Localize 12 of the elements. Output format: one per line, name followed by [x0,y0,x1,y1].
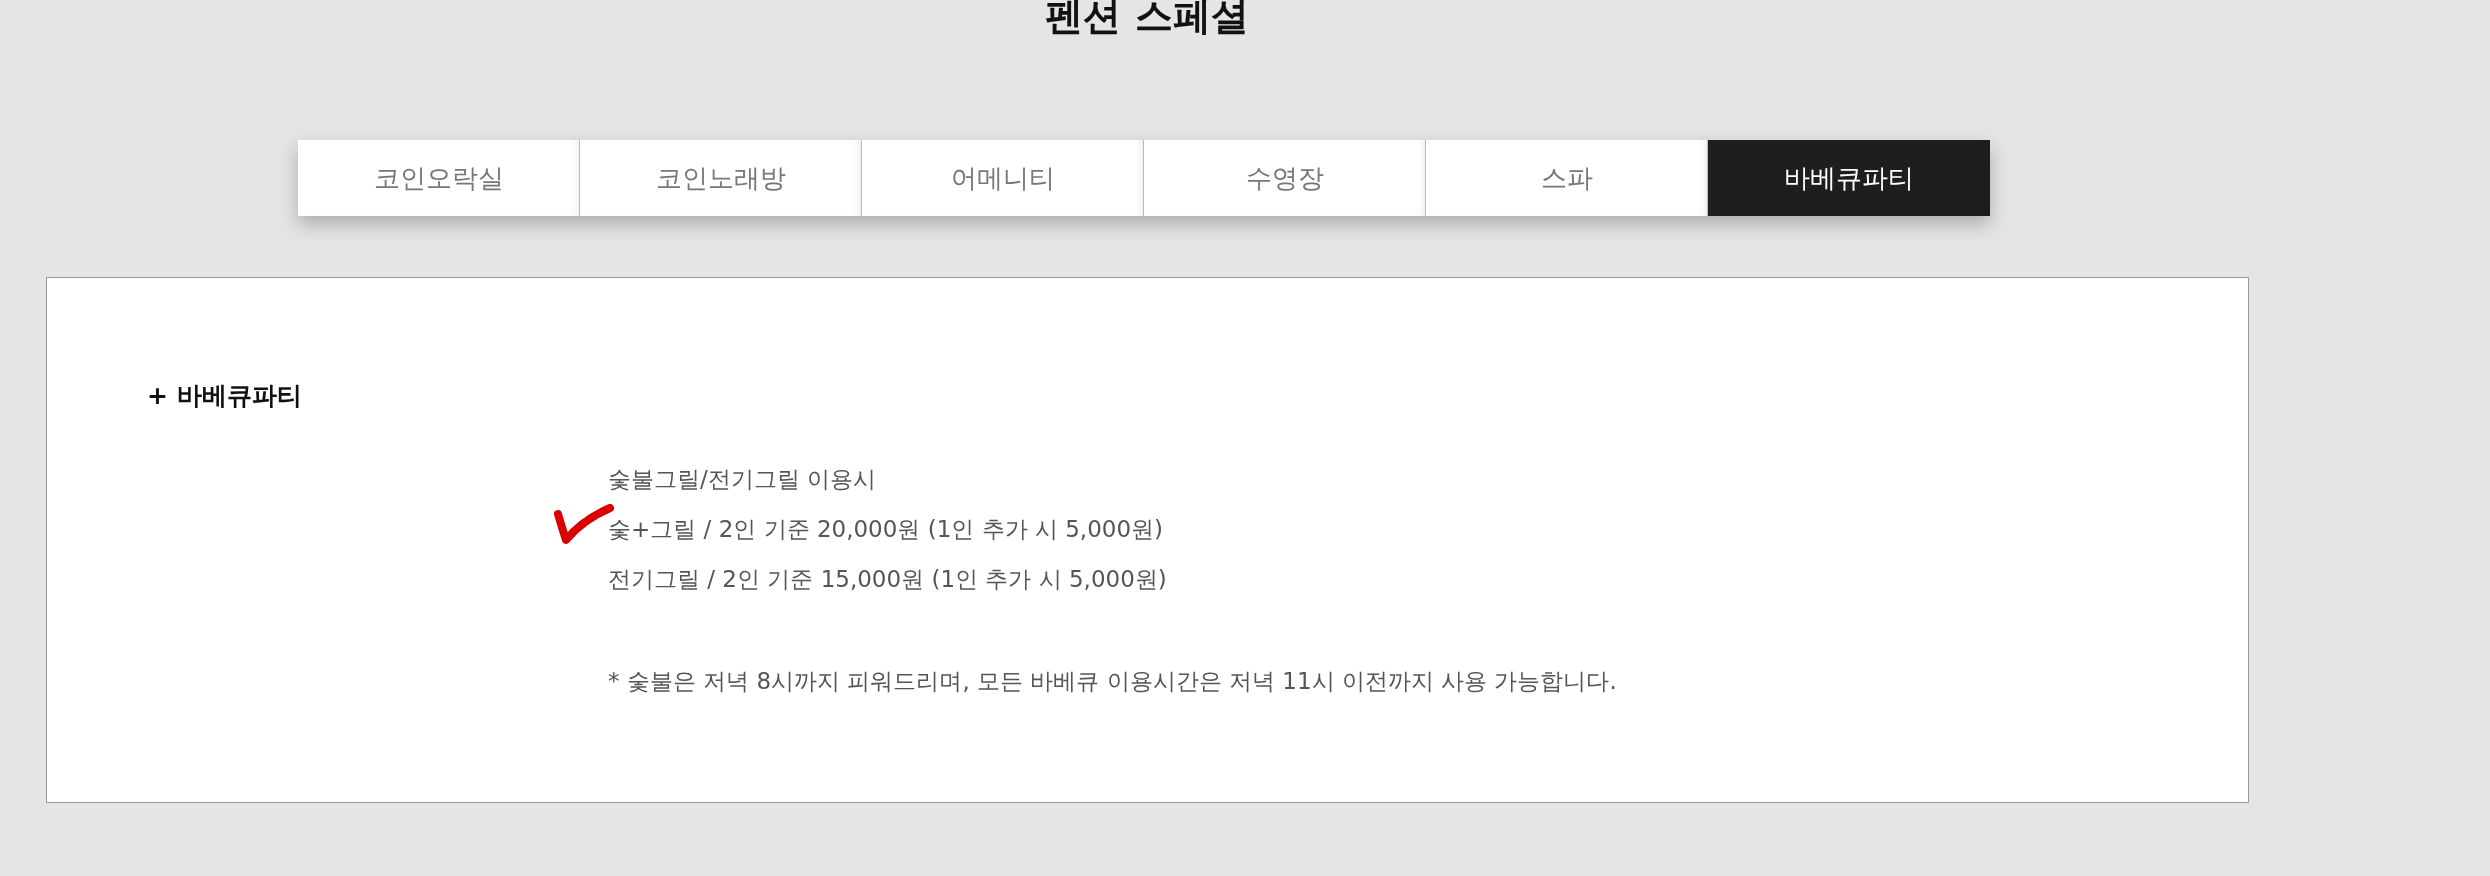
price-line: 숯+그릴 / 2인 기준 20,000원 (1인 추가 시 5,000원) [608,516,1164,542]
price-line: 숯불그릴/전기그릴 이용시 [608,466,877,492]
tab[interactable]: 수영장 [1144,140,1426,216]
note-text: * 숯불은 저녁 8시까지 피워드리며, 모든 바베큐 이용시간은 저녁 11시 이전까지 사용 가능합니다. [608,667,1618,696]
section-heading: + 바베큐파티 [147,380,303,412]
page-title: 펜션 스페셜 [1045,0,1249,38]
tab[interactable]: 바베큐파티 [1708,140,1990,216]
tab[interactable]: 스파 [1426,140,1708,216]
price-line: 전기그릴 / 2인 기준 15,000원 (1인 추가 시 5,000원) [608,566,1167,592]
tab[interactable]: 코인오락실 [298,140,580,216]
tab[interactable]: 어메니티 [862,140,1144,216]
tab[interactable]: 코인노래방 [580,140,862,216]
